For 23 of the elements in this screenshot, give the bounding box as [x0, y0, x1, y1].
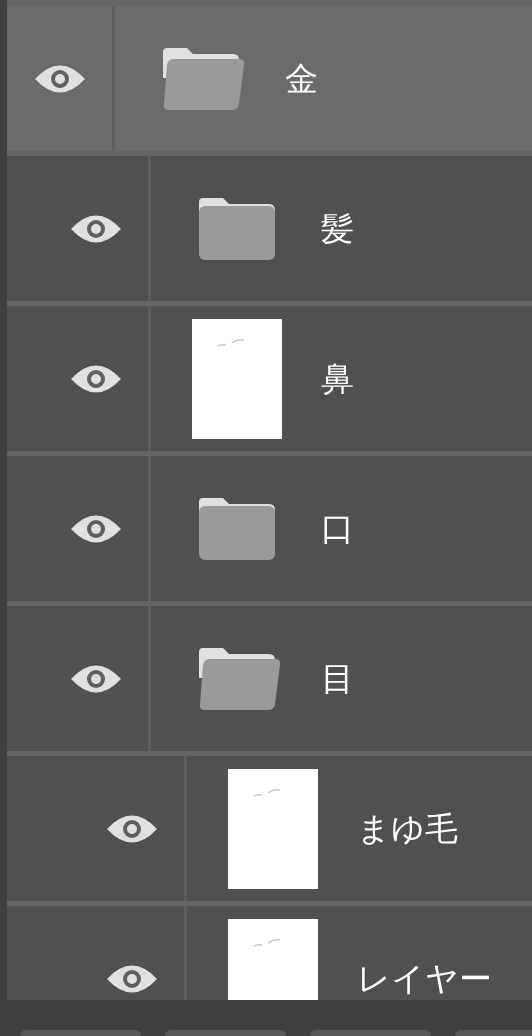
layer-name: 目	[321, 657, 354, 700]
eye-icon[interactable]	[70, 513, 121, 544]
layer-row[interactable]: レイヤー	[7, 906, 532, 1000]
layer-name: 金	[285, 57, 318, 100]
layer-row[interactable]: 髪	[7, 156, 532, 301]
layer-row[interactable]: まゆ毛	[7, 756, 532, 901]
eye-icon[interactable]	[106, 963, 157, 994]
layer-row[interactable]: 口	[7, 456, 532, 601]
layer-name: まゆ毛	[357, 807, 458, 850]
eye-icon[interactable]	[70, 663, 121, 694]
layer-row[interactable]: 目	[7, 606, 532, 751]
eye-icon[interactable]	[70, 363, 121, 394]
layer-name: 髪	[321, 207, 354, 250]
layer-row[interactable]: 金	[7, 6, 532, 151]
layer-name: 口	[321, 507, 354, 550]
eye-icon[interactable]	[70, 213, 121, 244]
eye-icon[interactable]	[106, 813, 157, 844]
folder-icon[interactable]	[163, 47, 245, 110]
folder-icon[interactable]	[199, 647, 281, 710]
layer-name: 鼻	[321, 357, 354, 400]
layer-name: レイヤー	[357, 957, 492, 1000]
layer-row[interactable]: 鼻	[7, 306, 532, 451]
eye-icon[interactable]	[34, 63, 85, 94]
